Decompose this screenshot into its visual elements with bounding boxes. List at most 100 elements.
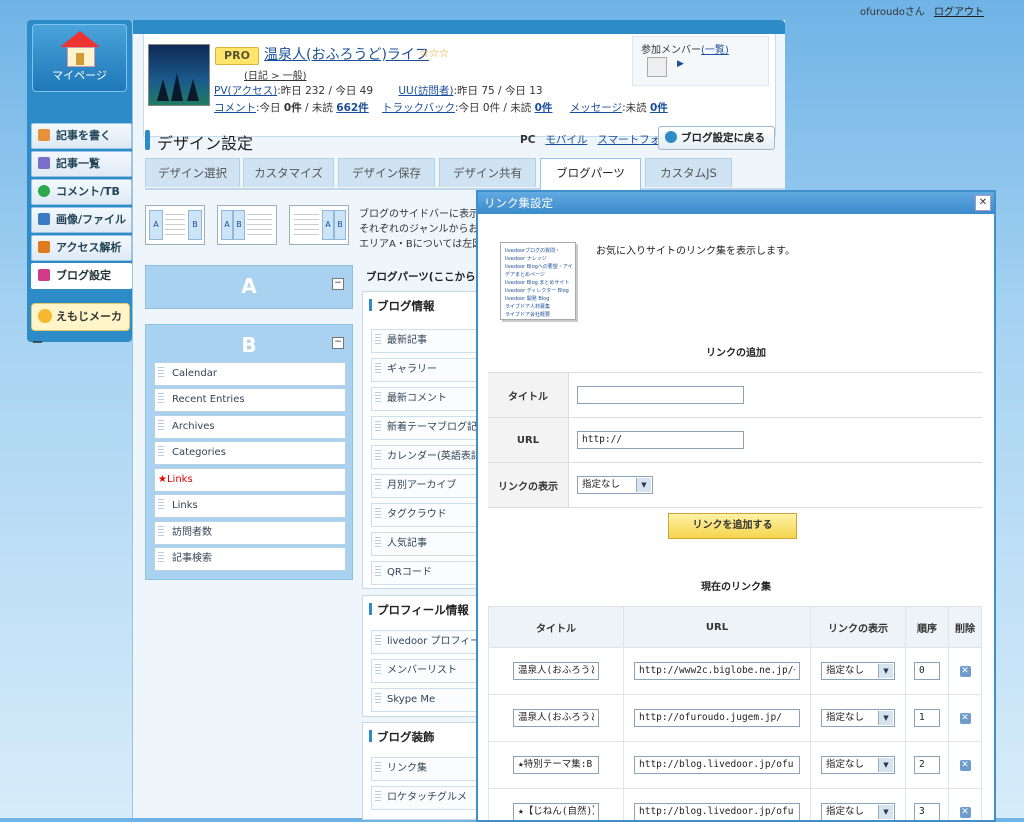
part-item[interactable]: Skype Me <box>371 688 485 712</box>
row-title-input[interactable] <box>513 709 599 727</box>
collapse-icon[interactable]: − <box>332 337 344 349</box>
nav-images-files[interactable]: 画像/ファイル <box>31 207 132 233</box>
row-order-input[interactable] <box>914 803 940 821</box>
layout-a-main-b[interactable]: AB <box>145 205 205 245</box>
current-links-table: タイトル URL リンクの表示 順序 削除 指定なし▼ ✕ 指定なし▼ ✕ 指定… <box>488 606 982 822</box>
area-b-item[interactable]: 記事検索 <box>154 547 346 571</box>
area-b-item[interactable]: 訪問者数 <box>154 521 346 545</box>
part-item[interactable]: タグクラウド <box>371 503 485 527</box>
tab-customize[interactable]: カスタマイズ <box>243 158 334 187</box>
row-order-input[interactable] <box>914 709 940 727</box>
part-item[interactable]: メンバーリスト <box>371 659 485 683</box>
comment-link[interactable]: コメント <box>214 102 256 114</box>
row-display-select[interactable]: 指定なし▼ <box>821 662 895 680</box>
layout-main-a-b[interactable]: AB <box>289 205 349 245</box>
layout-a-b-main[interactable]: AB <box>217 205 277 245</box>
back-to-settings-button[interactable]: ブログ設定に戻る <box>658 126 775 150</box>
table-header-row: タイトル URL リンクの表示 順序 削除 <box>489 607 982 648</box>
blog-name-link[interactable]: 温泉人(おふろうど)ライフ <box>264 44 429 64</box>
members-list-link[interactable]: (一覧) <box>701 45 729 56</box>
blog-avatar[interactable] <box>148 44 210 106</box>
chevron-down-icon: ▼ <box>878 758 893 772</box>
comment-unread-link[interactable]: 662件 <box>336 102 368 114</box>
link-url-input[interactable] <box>577 431 744 449</box>
parts-heading: ブログパーツ(ここから <box>366 269 476 284</box>
row-url-input[interactable] <box>634 803 800 821</box>
part-item[interactable]: 最新コメント <box>371 387 485 411</box>
area-b-item[interactable]: ★Links <box>154 468 346 492</box>
part-item[interactable]: 人気記事 <box>371 532 485 556</box>
tab-blog-parts[interactable]: ブログパーツ <box>540 158 641 190</box>
close-icon[interactable]: ✕ <box>975 195 991 211</box>
row-display-select[interactable]: 指定なし▼ <box>821 756 895 774</box>
row-url-input[interactable] <box>634 756 800 774</box>
mypage-button[interactable]: マイページ <box>32 24 127 92</box>
device-mobile-link[interactable]: モバイル <box>545 134 587 146</box>
tab-custom-js[interactable]: カスタムJS <box>645 158 732 187</box>
tab-design-share[interactable]: デザイン共有 <box>439 158 536 187</box>
part-item[interactable]: 月別アーカイブ <box>371 474 485 498</box>
delete-icon[interactable]: ✕ <box>960 807 971 818</box>
row-display-select[interactable]: 指定なし▼ <box>821 803 895 821</box>
collapse-icon[interactable]: − <box>332 278 344 290</box>
trackback-link[interactable]: トラックバック <box>382 102 455 114</box>
part-item[interactable]: カレンダー(英語表記 <box>371 445 485 469</box>
add-link-heading: リンクの追加 <box>478 344 994 359</box>
logout-link[interactable]: ログアウト <box>934 7 984 18</box>
nav-blog-settings[interactable]: ブログ設定 <box>31 263 132 289</box>
row-order-input[interactable] <box>914 756 940 774</box>
add-link-button[interactable]: リンクを追加する <box>668 513 797 539</box>
dialog-titlebar[interactable]: リンク集設定 ✕ <box>478 192 994 214</box>
link-title-input[interactable] <box>577 386 744 404</box>
part-item[interactable]: QRコード <box>371 561 485 585</box>
message-link[interactable]: メッセージ <box>570 102 622 114</box>
emoji-maker-button[interactable]: えもじメーカー <box>31 303 130 331</box>
design-header: デザイン設定 PCモバイルスマートフォン ブログ設定に戻る <box>143 124 773 154</box>
row-title-input[interactable] <box>513 662 599 680</box>
row-title-input[interactable] <box>513 803 599 821</box>
user-bar: ofuroudoさん ログアウト <box>860 3 984 18</box>
blog-parts-panel: ブログパーツ(ここから ブログ情報 最新記事 ギャラリー 最新コメント 新着テー… <box>362 265 482 818</box>
row-url-input[interactable] <box>634 662 800 680</box>
row-order-input[interactable] <box>914 662 940 680</box>
area-b-item[interactable]: Categories <box>154 441 346 465</box>
row-display-select[interactable]: 指定なし▼ <box>821 709 895 727</box>
device-links: PCモバイルスマートフォン <box>520 132 681 147</box>
link-display-select[interactable]: 指定なし▼ <box>577 476 653 494</box>
nav-write-post[interactable]: 記事を書く <box>31 123 132 149</box>
drag-handle-icon <box>158 418 164 432</box>
part-item[interactable]: 最新記事 <box>371 329 485 353</box>
drag-handle-icon <box>375 361 381 375</box>
drag-handle-icon <box>375 789 381 803</box>
trackback-unread-link[interactable]: 0件 <box>535 102 553 114</box>
area-b-item[interactable]: Archives <box>154 415 346 439</box>
document-icon <box>38 157 50 169</box>
row-url-input[interactable] <box>634 709 800 727</box>
row-title-input[interactable] <box>513 756 599 774</box>
member-avatar[interactable] <box>647 57 667 77</box>
part-item[interactable]: ギャラリー <box>371 358 485 382</box>
chevron-down-icon: ▼ <box>636 478 651 492</box>
delete-icon[interactable]: ✕ <box>960 760 971 771</box>
category-link[interactable]: (日記 > 一般) <box>244 71 307 82</box>
drag-handle-icon <box>375 691 381 705</box>
nav-access-analysis[interactable]: アクセス解析 <box>31 235 132 261</box>
nav-comments-tb[interactable]: コメント/TB <box>31 179 132 205</box>
nav-post-list[interactable]: 記事一覧 <box>31 151 132 177</box>
area-b-item[interactable]: Recent Entries <box>154 388 346 412</box>
area-b-item[interactable]: Calendar <box>154 362 346 386</box>
tab-design-save[interactable]: デザイン保存 <box>338 158 435 187</box>
area-b-item[interactable]: Links <box>154 494 346 518</box>
delete-icon[interactable]: ✕ <box>960 713 971 724</box>
message-unread-link[interactable]: 0件 <box>650 102 668 114</box>
pv-link[interactable]: PV(アクセス) <box>214 85 277 97</box>
tab-design-select[interactable]: デザイン選択 <box>145 158 240 187</box>
part-item[interactable]: livedoor プロフィール <box>371 630 485 654</box>
profile-box: PRO 温泉人(おふろうど)ライフ ☆☆☆ (日記 > 一般) PV(アクセス)… <box>143 34 776 137</box>
part-item[interactable]: リンク集 <box>371 757 485 781</box>
delete-icon[interactable]: ✕ <box>960 666 971 677</box>
part-item[interactable]: 新着テーマブログ記 <box>371 416 485 440</box>
part-item[interactable]: ロケタッチグルメ <box>371 786 485 810</box>
next-arrow-icon[interactable]: ▶ <box>677 59 684 69</box>
uu-link[interactable]: UU(訪問者) <box>398 85 453 97</box>
